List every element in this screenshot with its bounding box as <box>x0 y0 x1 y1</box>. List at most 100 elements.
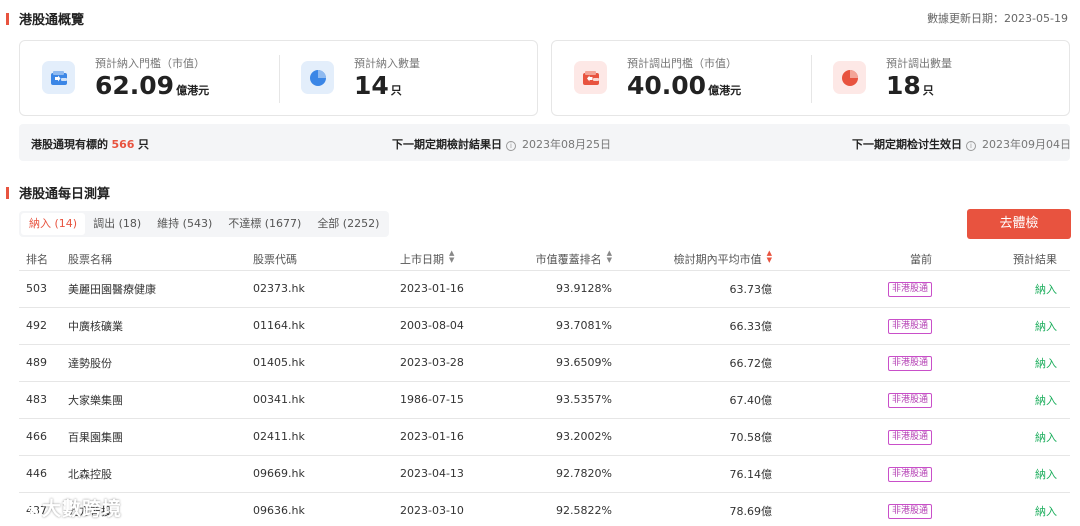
table-row[interactable]: 503 美麗田園醫療健康 02373.hk 2023-01-16 93.9128% 63.… <box>19 270 1070 308</box>
listing-date-cell: 2023-01-16 <box>400 270 512 308</box>
tab-include[interactable]: 納入 (14) <box>21 213 86 235</box>
col-avg-cap[interactable]: 檢討期內平均市值 ▲ ▼ <box>612 248 772 271</box>
rank-cell: 446 <box>19 455 68 493</box>
table-row[interactable]: 437 九方智投 09636.hk 2023-03-10 92.5822% 78.69億非… <box>19 492 1070 526</box>
in-threshold-unit: 億港元 <box>176 84 210 97</box>
rank-cell: 492 <box>19 307 68 345</box>
sort-icon[interactable]: ▲ ▼ <box>449 250 454 264</box>
listing-date-cell: 2003-08-04 <box>400 307 512 345</box>
result-cell: 納入 <box>932 344 1070 382</box>
current-status-cell: 非港股通 <box>772 381 932 419</box>
review-date-label: 下一期定期檢討結果日 <box>392 138 502 151</box>
avg-cap-cell: 63.73億 <box>612 270 772 308</box>
col-coverage-rank-label: 市值覆蓋排名 <box>535 253 602 267</box>
in-threshold-stat: 預計納入門檻（市值） 62.09 億港元 <box>20 41 280 115</box>
table-row[interactable]: 489 達勢股份 01405.hk 2023-03-28 93.6509% 66.72億 非… <box>19 344 1070 382</box>
avg-cap-cell: 66.72億 <box>612 344 772 382</box>
result-cell: 納入 <box>932 455 1070 493</box>
update-date: 數據更新日期：2023-05-19 <box>927 12 1068 25</box>
wallet-out-icon <box>574 61 607 94</box>
stock-name-cell: 中廣核礦業 <box>68 307 253 345</box>
col-coverage-rank[interactable]: 市值覆蓋排名 ▲ ▼ <box>512 248 612 271</box>
out-count-unit: 只 <box>922 84 934 97</box>
wallet-in-icon <box>42 61 75 94</box>
watermark-logo: 大數跨境 <box>10 494 122 521</box>
stock-name-cell: 達勢股份 <box>68 344 253 382</box>
current-status-cell: 非港股通 <box>772 307 932 345</box>
listing-date-cell: 2023-03-28 <box>400 344 512 382</box>
health-check-button[interactable]: 去體檢 <box>967 209 1071 239</box>
out-threshold-value: 40.00 <box>627 71 707 100</box>
current-holdings: 港股通現有標的 566 只 <box>31 136 149 152</box>
table-row[interactable]: 483 大家樂集團 00341.hk 1986-07-15 93.5357% 67.40億… <box>19 381 1070 419</box>
table-row[interactable]: 466 百果園集團 02411.hk 2023-01-16 93.2002% 70.58億… <box>19 418 1070 456</box>
section-accent-bar <box>6 186 9 199</box>
result-cell: 納入 <box>932 418 1070 456</box>
result-cell: 納入 <box>932 381 1070 419</box>
current-status-cell: 非港股通 <box>772 344 932 382</box>
rank-cell: 483 <box>19 381 68 419</box>
out-count-value: 18 <box>886 71 921 100</box>
col-listing-date[interactable]: 上市日期 ▲ ▼ <box>400 248 512 271</box>
filter-tabs: 納入 (14) 調出 (18) 維持 (543) 不達標 (1677) 全部 (… <box>19 211 390 237</box>
daily-header: 港股通每日測算 <box>6 183 110 202</box>
watermark-text: 大數跨境 <box>42 498 123 520</box>
stock-code-cell: 01405.hk <box>253 344 400 382</box>
table-row[interactable]: 492 中廣核礦業 01164.hk 2003-08-04 93.7081% 66.33億… <box>19 307 1070 345</box>
col-avg-cap-label: 檢討期內平均市值 <box>673 253 762 267</box>
stock-code-cell: 01164.hk <box>253 307 400 345</box>
out-threshold-label: 預計調出門檻（市值） <box>627 57 737 70</box>
tab-all[interactable]: 全部 (2252) <box>309 213 387 235</box>
avg-cap-cell: 67.40億 <box>612 381 772 419</box>
tab-remove[interactable]: 調出 (18) <box>85 213 149 235</box>
coverage-rank-cell: 93.6509% <box>512 344 612 382</box>
result-cell: 納入 <box>932 307 1070 345</box>
section-accent-bar <box>6 12 9 25</box>
rank-cell: 466 <box>19 418 68 456</box>
table-row[interactable]: 446 北森控股 09669.hk 2023-04-13 92.7820% 76.14億 非… <box>19 455 1070 493</box>
stock-name-cell: 百果園集團 <box>68 418 253 456</box>
col-current: 當前 <box>772 248 932 271</box>
sort-icon[interactable]: ▲ ▼ <box>607 250 612 264</box>
current-holdings-count: 566 <box>111 138 135 151</box>
stock-table: 排名 股票名稱 股票代碼 上市日期 ▲ ▼ 市值覆蓋排名 ▲ ▼ 檢討期內平均市值 ▲ ▼ … <box>19 248 1070 526</box>
stock-code-cell: 09669.hk <box>253 455 400 493</box>
current-status-cell: 非港股通 <box>772 418 932 456</box>
overview-header: 港股通概覽 <box>6 9 84 28</box>
current-holdings-unit: 只 <box>137 138 149 151</box>
info-icon[interactable]: i <box>506 141 516 151</box>
stock-code-cell: 09636.hk <box>253 492 400 526</box>
avg-cap-cell: 78.69億 <box>612 492 772 526</box>
coverage-rank-cell: 93.7081% <box>512 307 612 345</box>
sort-icon[interactable]: ▲ ▼ <box>767 250 772 264</box>
stock-name-cell: 大家樂集團 <box>68 381 253 419</box>
coverage-rank-cell: 93.5357% <box>512 381 612 419</box>
effective-date-label: 下一期定期检讨生效日 <box>852 138 962 151</box>
coverage-rank-cell: 92.7820% <box>512 455 612 493</box>
info-icon[interactable]: i <box>966 141 976 151</box>
stock-code-cell: 02373.hk <box>253 270 400 308</box>
listing-date-cell: 2023-04-13 <box>400 455 512 493</box>
out-count-stat: 預計調出數量 18 只 <box>812 41 1071 115</box>
stock-name-cell: 北森控股 <box>68 455 253 493</box>
in-count-value: 14 <box>354 71 389 100</box>
status-badge: 非港股通 <box>887 392 932 408</box>
in-count-stat: 預計納入數量 14 只 <box>280 41 539 115</box>
tab-unqualified[interactable]: 不達標 (1677) <box>220 213 309 235</box>
rank-cell: 503 <box>19 270 68 308</box>
logo-icon <box>11 499 38 516</box>
tab-maintain[interactable]: 維持 (543) <box>149 213 220 235</box>
in-threshold-label: 預計納入門檻（市值） <box>95 57 205 70</box>
out-count-label: 預計調出數量 <box>886 57 952 70</box>
coverage-rank-cell: 93.9128% <box>512 270 612 308</box>
stock-name-cell: 美麗田園醫療健康 <box>68 270 253 308</box>
info-bar: 港股通現有標的 566 只 下一期定期檢討結果日 i 2023年08月25日 下一期… <box>19 124 1071 161</box>
coverage-rank-cell: 92.5822% <box>512 492 612 526</box>
pie-chart-icon <box>833 61 866 94</box>
col-name: 股票名稱 <box>68 248 253 271</box>
in-threshold-value: 62.09 <box>95 71 175 100</box>
col-listing-date-label: 上市日期 <box>400 253 444 267</box>
effective-date-item: 下一期定期检讨生效日 i 2023年09月04日 <box>852 136 1071 152</box>
current-status-cell: 非港股通 <box>772 492 932 526</box>
status-badge: 非港股通 <box>887 503 932 519</box>
